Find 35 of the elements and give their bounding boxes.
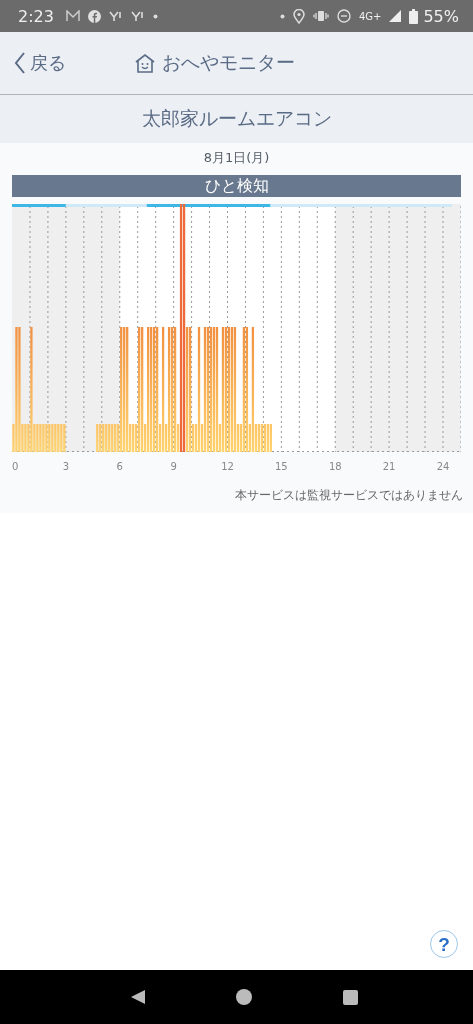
axis-label: 3 <box>62 461 70 472</box>
dot-icon <box>279 13 285 19</box>
status-time: 2:23 <box>18 6 54 26</box>
axis-label: 18 <box>328 461 342 472</box>
disclaimer-text: 本サービスは監視サービスではありません <box>234 488 463 504</box>
axis-label: 12 <box>221 461 234 472</box>
axis-label: 0 <box>12 461 19 472</box>
axis-label: 9 <box>170 461 177 472</box>
dot-icon <box>152 13 158 19</box>
mail-icon <box>65 10 80 22</box>
minus-circle-icon <box>336 9 351 23</box>
app-icon <box>130 10 145 22</box>
network-type: 4G+ <box>358 10 382 22</box>
back-button[interactable]: 戻る <box>14 51 134 75</box>
axis-label: 15 <box>275 461 288 472</box>
section-header: ひと検知 <box>12 175 461 197</box>
vibrate-icon <box>312 10 329 22</box>
battery-icon <box>409 8 419 24</box>
battery-level: 55% <box>423 6 459 26</box>
smiling-house-icon <box>134 53 156 73</box>
chevron-left-icon <box>14 52 26 74</box>
app-title: おへやモニター <box>162 50 295 75</box>
recents-icon[interactable] <box>342 989 358 1005</box>
location-icon <box>292 8 305 24</box>
help-button[interactable]: ? <box>430 930 458 958</box>
home-icon[interactable] <box>236 989 253 1005</box>
date-label: 8月1日(月) <box>202 149 271 167</box>
app-icon <box>108 10 123 22</box>
device-name: 太郎家ルームエアコン <box>141 106 332 131</box>
facebook-icon <box>87 9 101 23</box>
axis-label: 24 <box>436 461 450 472</box>
axis-label: 6 <box>116 461 123 472</box>
axis-label: 21 <box>382 461 396 472</box>
signal-icon <box>389 10 402 22</box>
back-icon[interactable] <box>130 989 147 1005</box>
